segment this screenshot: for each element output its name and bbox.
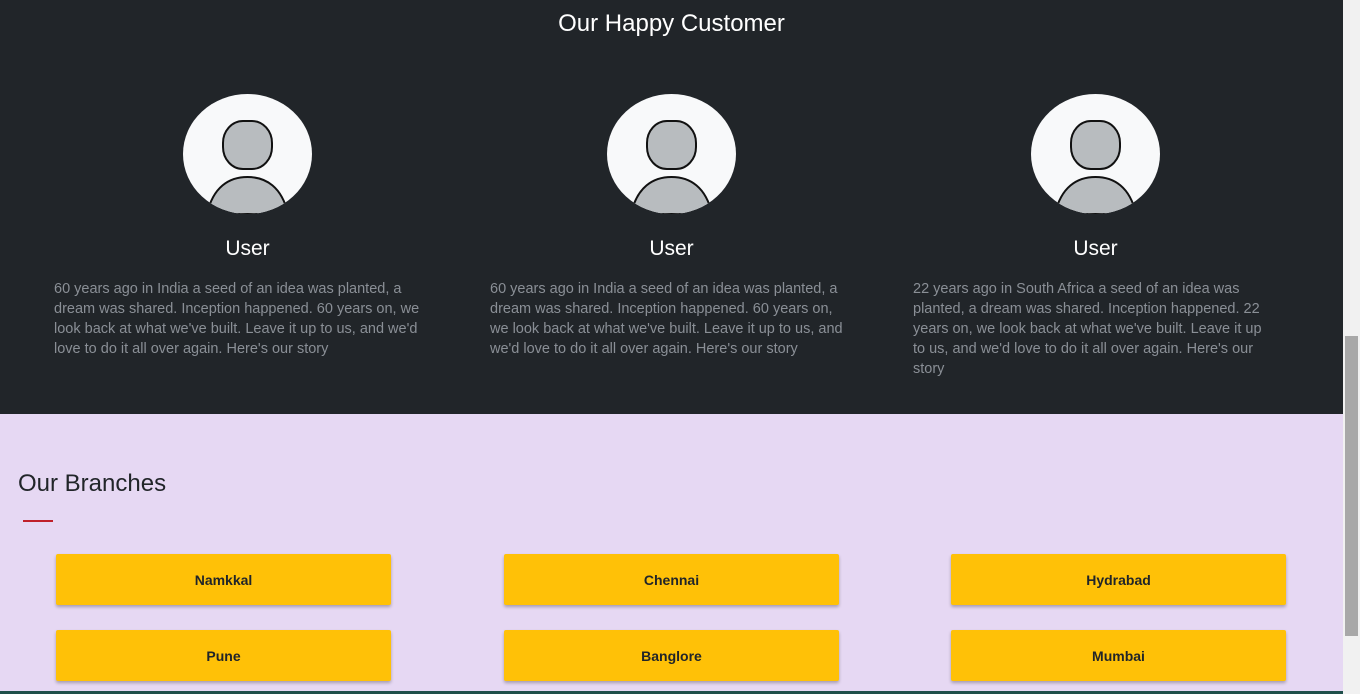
branch-button-chennai[interactable]: Chennai xyxy=(504,554,839,605)
happy-customers-title: Our Happy Customer xyxy=(558,10,785,37)
customer-review: 60 years ago in India a seed of an idea … xyxy=(54,281,420,357)
branch-button-banglore[interactable]: Banglore xyxy=(504,630,839,681)
branches-section: Our Branches Namkkal Chennai Hydrabad Pu… xyxy=(0,414,1343,694)
user-avatar-icon xyxy=(607,94,736,214)
branch-button-mumbai[interactable]: Mumbai xyxy=(951,630,1286,681)
customer-name: User xyxy=(225,237,270,260)
branches-title: Our Branches xyxy=(18,470,167,497)
branch-button-pune[interactable]: Pune xyxy=(56,630,391,681)
customer-review: 22 years ago in South Africa a seed of a… xyxy=(913,281,1262,377)
happy-customers-section: Our Happy Customer User 60 years ago in … xyxy=(0,0,1343,414)
vertical-scrollbar[interactable] xyxy=(1343,0,1360,694)
customer-review: 60 years ago in India a seed of an idea … xyxy=(490,281,843,357)
branch-button-hydrabad[interactable]: Hydrabad xyxy=(951,554,1286,605)
user-avatar-icon xyxy=(183,94,312,214)
branch-button-namkkal[interactable]: Namkkal xyxy=(56,554,391,605)
user-avatar-icon xyxy=(1031,94,1160,214)
customer-name: User xyxy=(649,237,694,260)
customer-name: User xyxy=(1073,237,1118,260)
title-underline xyxy=(23,520,53,522)
page: Our Happy Customer User 60 years ago in … xyxy=(0,0,1343,694)
scrollbar-thumb[interactable] xyxy=(1345,336,1358,636)
